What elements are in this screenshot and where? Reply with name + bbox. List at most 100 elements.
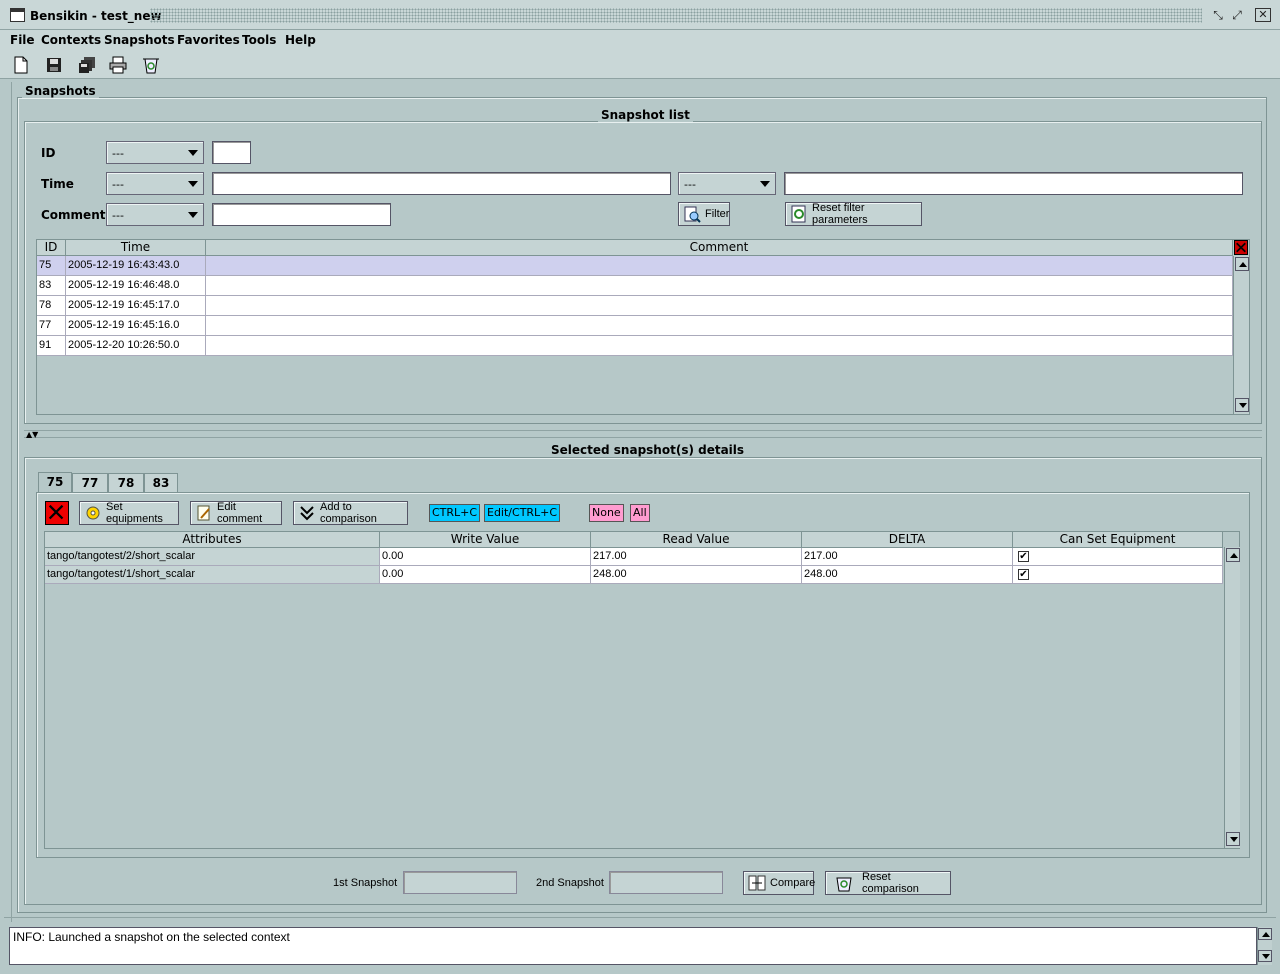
- col-header-write-value[interactable]: Write Value: [380, 532, 591, 548]
- cell-id[interactable]: 75: [37, 256, 66, 276]
- new-file-icon[interactable]: [12, 56, 30, 74]
- edit-ctrl-c-button[interactable]: Edit/CTRL+C: [484, 504, 561, 522]
- scroll-up-button[interactable]: [1258, 928, 1272, 940]
- maximize-icon[interactable]: ⤢: [1229, 8, 1245, 22]
- recycle-bin-icon[interactable]: [142, 56, 160, 74]
- cell-time[interactable]: 2005-12-19 16:45:16.0: [66, 316, 206, 336]
- ctrl-c-button[interactable]: CTRL+C: [429, 504, 481, 522]
- attributes-table-scrollbar[interactable]: [1224, 547, 1240, 848]
- comment-operator-combo[interactable]: ---: [106, 203, 204, 226]
- scroll-up-button[interactable]: [1226, 548, 1240, 562]
- cell-delta[interactable]: 217.00: [802, 548, 1013, 566]
- menu-favorites[interactable]: Favorites: [177, 33, 240, 47]
- cell-time[interactable]: 2005-12-20 10:26:50.0: [66, 336, 206, 356]
- col-header-can-set-equipment[interactable]: Can Set Equipment: [1013, 532, 1223, 548]
- col-header-attributes[interactable]: Attributes: [45, 532, 380, 548]
- splitter-arrows-icon[interactable]: ▲▼: [26, 431, 38, 439]
- cell-id[interactable]: 77: [37, 316, 66, 336]
- clear-selection-icon[interactable]: [1234, 240, 1248, 255]
- close-icon[interactable]: ✕: [1255, 8, 1271, 22]
- recycle-bin-icon: [836, 877, 852, 892]
- tab-75[interactable]: 75: [38, 472, 72, 494]
- scroll-down-button[interactable]: [1235, 398, 1249, 412]
- cell-id[interactable]: 83: [37, 276, 66, 296]
- double-chevron-down-icon: [300, 506, 314, 521]
- reset-comparison-button[interactable]: Reset comparison: [825, 871, 951, 895]
- cell-delta[interactable]: 248.00: [802, 566, 1013, 584]
- cell-read[interactable]: 248.00: [591, 566, 802, 584]
- cell-comment[interactable]: [206, 316, 1233, 336]
- time-operator2-value: ---: [684, 178, 696, 191]
- second-snapshot-label: 2nd Snapshot: [536, 877, 604, 889]
- tab-77[interactable]: 77: [72, 473, 108, 493]
- time-input-2[interactable]: [784, 172, 1243, 195]
- compare-button[interactable]: Compare: [743, 871, 815, 895]
- select-all-button[interactable]: All: [630, 504, 650, 522]
- menu-contexts[interactable]: Contexts: [41, 33, 101, 47]
- bottom-splitter[interactable]: [4, 917, 1276, 924]
- snapshot-table-scrollbar[interactable]: [1233, 256, 1249, 414]
- save-all-icon[interactable]: [78, 56, 96, 74]
- time-label: Time: [41, 177, 74, 191]
- cell-time[interactable]: 2005-12-19 16:46:48.0: [66, 276, 206, 296]
- horizontal-splitter[interactable]: ▲▼: [24, 430, 1262, 439]
- reset-icon: [791, 205, 806, 223]
- scroll-down-button[interactable]: [1226, 832, 1240, 846]
- id-input[interactable]: [212, 141, 251, 164]
- col-header-delta[interactable]: DELTA: [802, 532, 1013, 548]
- menu-file[interactable]: File: [10, 33, 35, 47]
- second-snapshot-field: [609, 871, 723, 894]
- menu-snapshots[interactable]: Snapshots: [104, 33, 175, 47]
- cell-comment[interactable]: [206, 296, 1233, 316]
- left-splitter[interactable]: [4, 82, 12, 922]
- col-header-time[interactable]: Time: [66, 240, 206, 256]
- menu-tools[interactable]: Tools: [242, 33, 276, 47]
- tab-83[interactable]: 83: [144, 473, 178, 493]
- filter-icon: [684, 206, 701, 223]
- scroll-up-button[interactable]: [1235, 257, 1249, 271]
- remove-snapshot-button[interactable]: [45, 501, 69, 525]
- comment-label: Comment: [41, 208, 106, 222]
- cell-write[interactable]: 0.00: [380, 548, 591, 566]
- cell-can-set-equipment: ✔: [1013, 566, 1223, 584]
- menu-help[interactable]: Help: [285, 33, 316, 47]
- col-header-read-value[interactable]: Read Value: [591, 532, 802, 548]
- can-set-equipment-checkbox[interactable]: ✔: [1018, 569, 1029, 580]
- cell-time[interactable]: 2005-12-19 16:43:43.0: [66, 256, 206, 276]
- tab-78[interactable]: 78: [108, 473, 144, 493]
- add-to-comparison-button[interactable]: Add to comparison: [293, 501, 408, 525]
- cell-write[interactable]: 0.00: [380, 566, 591, 584]
- set-equipments-button[interactable]: Set equipments: [79, 501, 179, 525]
- compare-icon: [748, 875, 766, 891]
- filter-button[interactable]: Filter: [678, 202, 730, 226]
- time-input[interactable]: [212, 172, 671, 195]
- minimize-icon[interactable]: ⤡: [1210, 8, 1226, 22]
- cell-attribute[interactable]: tango/tangotest/2/short_scalar: [45, 548, 380, 566]
- snapshot-list-title: Snapshot list: [598, 108, 693, 122]
- col-header-comment[interactable]: Comment: [206, 240, 1233, 256]
- save-icon[interactable]: [45, 56, 63, 74]
- cell-read[interactable]: 217.00: [591, 548, 802, 566]
- reset-filter-button[interactable]: Reset filter parameters: [785, 202, 922, 226]
- cell-comment[interactable]: [206, 336, 1233, 356]
- time-operator-combo[interactable]: ---: [106, 172, 204, 195]
- cell-comment[interactable]: [206, 276, 1233, 296]
- reset-comparison-label: Reset comparison: [862, 871, 919, 895]
- cell-attribute[interactable]: tango/tangotest/1/short_scalar: [45, 566, 380, 584]
- select-none-button[interactable]: None: [589, 504, 624, 522]
- cell-id[interactable]: 78: [37, 296, 66, 316]
- title-bar[interactable]: Bensikin - test_new ⤡ ⤢ ✕: [0, 0, 1280, 30]
- status-scrollbar[interactable]: [1257, 927, 1272, 965]
- edit-comment-button[interactable]: Edit comment: [190, 501, 282, 525]
- col-header-id[interactable]: ID: [37, 240, 66, 256]
- can-set-equipment-checkbox[interactable]: ✔: [1018, 551, 1029, 562]
- cell-time[interactable]: 2005-12-19 16:45:17.0: [66, 296, 206, 316]
- gear-icon: [86, 506, 100, 520]
- cell-id[interactable]: 91: [37, 336, 66, 356]
- id-operator-combo[interactable]: ---: [106, 141, 204, 164]
- scroll-down-button[interactable]: [1258, 950, 1272, 962]
- comment-input[interactable]: [212, 203, 391, 226]
- print-icon[interactable]: [109, 56, 127, 74]
- time-operator2-combo[interactable]: ---: [678, 172, 776, 195]
- cell-comment[interactable]: [206, 256, 1233, 276]
